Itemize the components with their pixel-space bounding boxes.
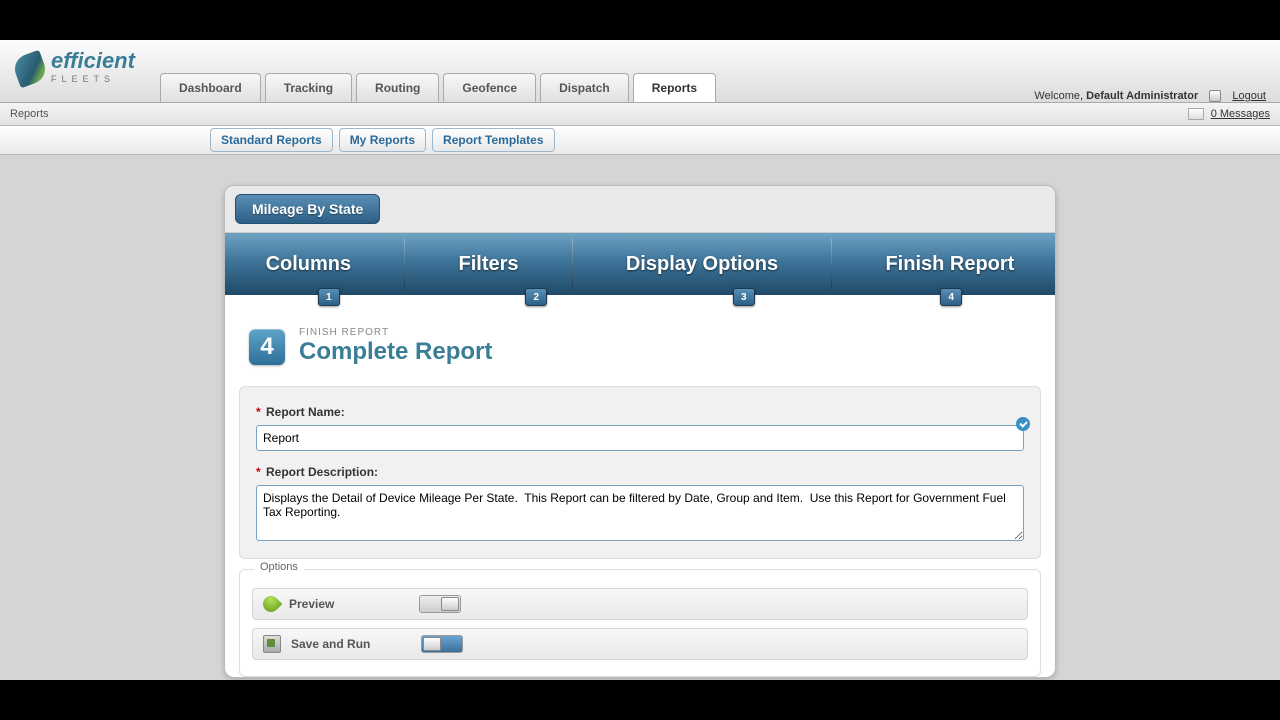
report-wizard-card: Mileage By State Columns Filters Display… [224,185,1056,678]
wizard-step-filters[interactable]: Filters [430,253,546,276]
option-save-and-run-label: Save and Run [291,637,411,651]
report-name-label: * Report Name: [256,405,1024,419]
step-kicker: FINISH REPORT [299,327,492,338]
tab-geofence[interactable]: Geofence [443,73,536,102]
report-description-input-wrap: Displays the Detail of Device Mileage Pe… [256,485,1024,544]
step-title: Complete Report [299,338,492,366]
report-name-input-wrap [256,425,1024,451]
step-number-badge: 4 [249,329,285,365]
wizard-step-numbers: 1 2 3 4 [225,288,1055,306]
option-preview-row[interactable]: Preview [252,588,1028,620]
save-disk-icon [263,635,281,653]
wizard-num-2: 2 [525,288,547,306]
option-save-and-run-toggle[interactable] [421,635,463,653]
messages-area[interactable]: 0 Messages [1188,108,1270,120]
app-frame: efficient FLEETS Dashboard Tracking Rout… [0,40,1280,680]
wizard-nav: Columns Filters Display Options Finish R… [225,233,1055,295]
logout-link[interactable]: Logout [1232,90,1266,102]
wizard-step-columns[interactable]: Columns [238,253,380,276]
step-heading: 4 FINISH REPORT Complete Report [225,313,1055,376]
wizard-num-3: 3 [733,288,755,306]
breadcrumb: Reports [10,108,49,120]
wizard-step-finish-report[interactable]: Finish Report [857,253,1042,276]
option-save-and-run-row[interactable]: Save and Run [252,628,1028,660]
tab-routing[interactable]: Routing [356,73,439,102]
report-description-textarea[interactable]: Displays the Detail of Device Mileage Pe… [256,485,1024,541]
required-asterisk-icon: * [256,465,261,479]
messages-link[interactable]: 0 Messages [1211,108,1270,120]
tab-tracking[interactable]: Tracking [265,73,352,102]
report-title-pill: Mileage By State [235,194,380,224]
valid-check-icon [1016,417,1030,431]
finish-form-panel: * Report Name: * Report Description: Dis… [239,386,1041,559]
required-asterisk-icon: * [256,405,261,419]
welcome-prefix: Welcome, [1034,90,1083,102]
brand-logo: efficient FLEETS [15,50,135,90]
tab-dispatch[interactable]: Dispatch [540,73,629,102]
main-nav-tabs: Dashboard Tracking Routing Geofence Disp… [160,73,720,102]
current-user: Default Administrator [1086,90,1198,102]
envelope-icon [1188,108,1204,120]
subtab-my-reports[interactable]: My Reports [339,128,426,152]
logo-icon [15,50,47,90]
wizard-step-display-options[interactable]: Display Options [598,253,806,276]
header-user-area: Welcome, Default Administrator Logout [1034,90,1266,102]
report-subtabs: Standard Reports My Reports Report Templ… [0,126,1280,155]
options-legend: Options [254,561,304,573]
preview-arrow-icon [260,593,283,616]
option-preview-toggle[interactable] [419,595,461,613]
tab-reports[interactable]: Reports [633,73,716,102]
report-name-input[interactable] [256,425,1024,451]
tab-dashboard[interactable]: Dashboard [160,73,261,102]
options-panel: Options Preview Save and Run [239,569,1041,677]
subtab-report-templates[interactable]: Report Templates [432,128,554,152]
breadcrumb-bar: Reports 0 Messages [0,103,1280,126]
card-header: Mileage By State [225,186,1055,233]
wizard-num-1: 1 [318,288,340,306]
option-preview-label: Preview [289,597,409,611]
content-area: Mileage By State Columns Filters Display… [0,155,1280,678]
subtab-standard-reports[interactable]: Standard Reports [210,128,333,152]
wizard-num-4: 4 [940,288,962,306]
logout-icon [1209,90,1221,102]
report-description-label: * Report Description: [256,465,1024,479]
main-header: efficient FLEETS Dashboard Tracking Rout… [0,40,1280,103]
